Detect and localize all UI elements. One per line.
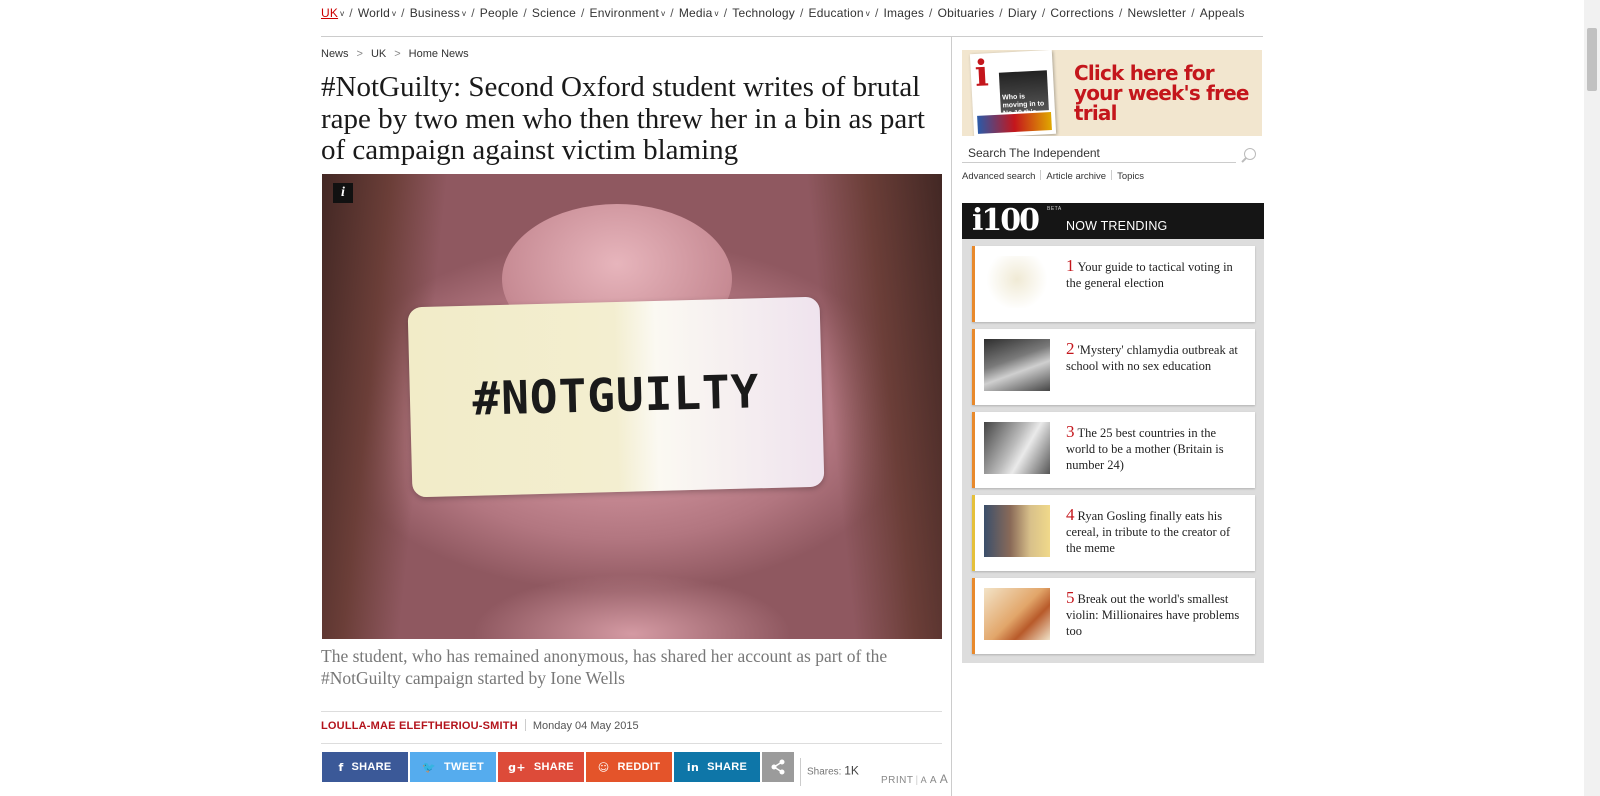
text-size-large[interactable]: A (940, 772, 949, 786)
breadcrumb-home-news[interactable]: Home News (409, 48, 469, 60)
newspaper-cover-image: i Who is moving in to No 10 this May? (969, 50, 1057, 136)
breadcrumb-uk[interactable]: UK (371, 48, 386, 60)
trending-item[interactable]: 3 The 25 best countries in the world to b… (972, 412, 1255, 488)
article-hero-image: #NOTGUILTY i (322, 174, 942, 639)
nav-item-business[interactable]: Business v (410, 6, 467, 20)
print-link[interactable]: PRINT (881, 775, 914, 786)
ad-cta-text: Click here for your week's free trial (1074, 61, 1249, 125)
share-bar: f SHARE 🐦 TWEET g+ SHARE ☺ REDDIT in SHARE (322, 752, 796, 782)
trending-title: Break out the world's smallest violin: M… (1066, 592, 1240, 638)
nav-item-appeals[interactable]: Appeals (1200, 6, 1245, 20)
page-scrollbar[interactable] (1584, 0, 1600, 796)
facebook-icon: f (338, 760, 344, 774)
i100-trending-widget: i100 BETA NOW TRENDING 1 Your guide to ta… (962, 203, 1264, 663)
nav-item-environment[interactable]: Environment v (590, 6, 666, 20)
nav-item-people[interactable]: People (480, 6, 519, 20)
nav-item-technology[interactable]: Technology (732, 6, 795, 20)
text-size-small[interactable]: A (921, 775, 928, 785)
chevron-down-icon: v (714, 9, 719, 18)
linkedin-share-button[interactable]: in SHARE (674, 752, 760, 782)
chevron-down-icon: v (340, 9, 345, 18)
nav-item-newsletter[interactable]: Newsletter (1128, 6, 1187, 20)
nav-item-media[interactable]: Media v (679, 6, 719, 20)
advanced-search-link[interactable]: Advanced search (962, 171, 1035, 182)
byline: LOULLA-MAE ELEFTHERIOU-SMITH Monday 04 Ma… (321, 719, 639, 732)
search-icon[interactable] (1244, 148, 1256, 160)
nav-item-education[interactable]: Education v (809, 6, 870, 20)
more-share-button[interactable] (762, 752, 794, 782)
trending-thumbnail (984, 505, 1050, 557)
facebook-share-button[interactable]: f SHARE (322, 752, 408, 782)
trending-thumbnail (984, 588, 1050, 640)
linkedin-icon: in (686, 760, 700, 774)
share-network-icon (771, 759, 785, 775)
top-navigation: UK v / World v / Business v / People / Science / Envi… (321, 6, 1245, 20)
byline-top-rule (321, 711, 942, 712)
trending-title: 'Mystery' chlamydia outbreak at school w… (1066, 343, 1238, 373)
trending-item[interactable]: 4 Ryan Gosling finally eats his cereal, i… (972, 495, 1255, 571)
breadcrumb-news[interactable]: News (321, 48, 349, 60)
twitter-icon: 🐦 (422, 760, 436, 774)
trending-title: Ryan Gosling finally eats his cereal, in… (1066, 509, 1231, 555)
article-archive-link[interactable]: Article archive (1046, 171, 1106, 182)
googleplus-share-button[interactable]: g+ SHARE (498, 752, 584, 782)
nav-item-corrections[interactable]: Corrections (1050, 6, 1114, 20)
i100-header: i100 BETA NOW TRENDING (962, 203, 1264, 239)
author-link[interactable]: LOULLA-MAE ELEFTHERIOU-SMITH (321, 720, 518, 732)
trending-thumbnail (984, 339, 1050, 391)
text-size-medium[interactable]: A (930, 775, 937, 786)
tape-sign: #NOTGUILTY (407, 296, 825, 498)
column-divider (951, 37, 952, 796)
info-icon[interactable]: i (333, 183, 353, 203)
reddit-share-button[interactable]: ☺ REDDIT (586, 752, 672, 782)
chevron-down-icon: v (865, 9, 870, 18)
nav-item-images[interactable]: Images (883, 6, 924, 20)
search-input[interactable] (962, 143, 1236, 163)
nav-item-world[interactable]: World v (358, 6, 396, 20)
search-links: Advanced search Article archive Topics (962, 170, 1144, 182)
trending-title: Your guide to tactical voting in the gen… (1066, 260, 1233, 290)
chevron-down-icon: v (391, 9, 397, 18)
subscription-ad[interactable]: i Who is moving in to No 10 this May? Cl… (962, 50, 1262, 136)
chevron-down-icon: v (462, 9, 467, 18)
googleplus-icon: g+ (508, 760, 526, 774)
scrollbar-thumb[interactable] (1587, 28, 1597, 91)
reddit-icon: ☺ (597, 760, 610, 774)
trending-item[interactable]: 2 'Mystery' chlamydia outbreak at school … (972, 329, 1255, 405)
share-count: Shares: 1K (800, 758, 859, 786)
byline-bottom-rule (321, 743, 942, 744)
trending-item[interactable]: 1 Your guide to tactical voting in the ge… (972, 246, 1255, 322)
article-headline: #NotGuilty: Second Oxford student writes… (321, 71, 925, 166)
trending-item[interactable]: 5 Break out the world's smallest violin: … (972, 578, 1255, 654)
topics-link[interactable]: Topics (1117, 171, 1144, 182)
now-trending-heading: NOW TRENDING (1066, 219, 1168, 233)
trending-title: The 25 best countries in the world to be… (1066, 426, 1224, 472)
beta-label: BETA (1047, 206, 1062, 212)
chevron-down-icon: v (661, 9, 666, 18)
nav-item-uk[interactable]: UK v (321, 6, 344, 20)
i-masthead-logo: i (973, 52, 990, 95)
twitter-tweet-button[interactable]: 🐦 TWEET (410, 752, 496, 782)
tape-text: #NOTGUILTY (471, 364, 761, 426)
nav-item-obituaries[interactable]: Obituaries (938, 6, 995, 20)
publish-date: Monday 04 May 2015 (532, 720, 639, 732)
site-search (962, 143, 1262, 165)
i100-logo[interactable]: i100 (972, 206, 1040, 236)
nav-divider (321, 36, 1263, 37)
trending-thumbnail (984, 422, 1050, 474)
trending-thumbnail (984, 256, 1050, 308)
nav-item-science[interactable]: Science (532, 6, 576, 20)
nav-item-diary[interactable]: Diary (1008, 6, 1037, 20)
print-and-text-size: PRINT | A A A (881, 772, 949, 786)
image-caption: The student, who has remained anonymous,… (321, 646, 888, 688)
breadcrumb: News > UK > Home News (321, 48, 469, 60)
